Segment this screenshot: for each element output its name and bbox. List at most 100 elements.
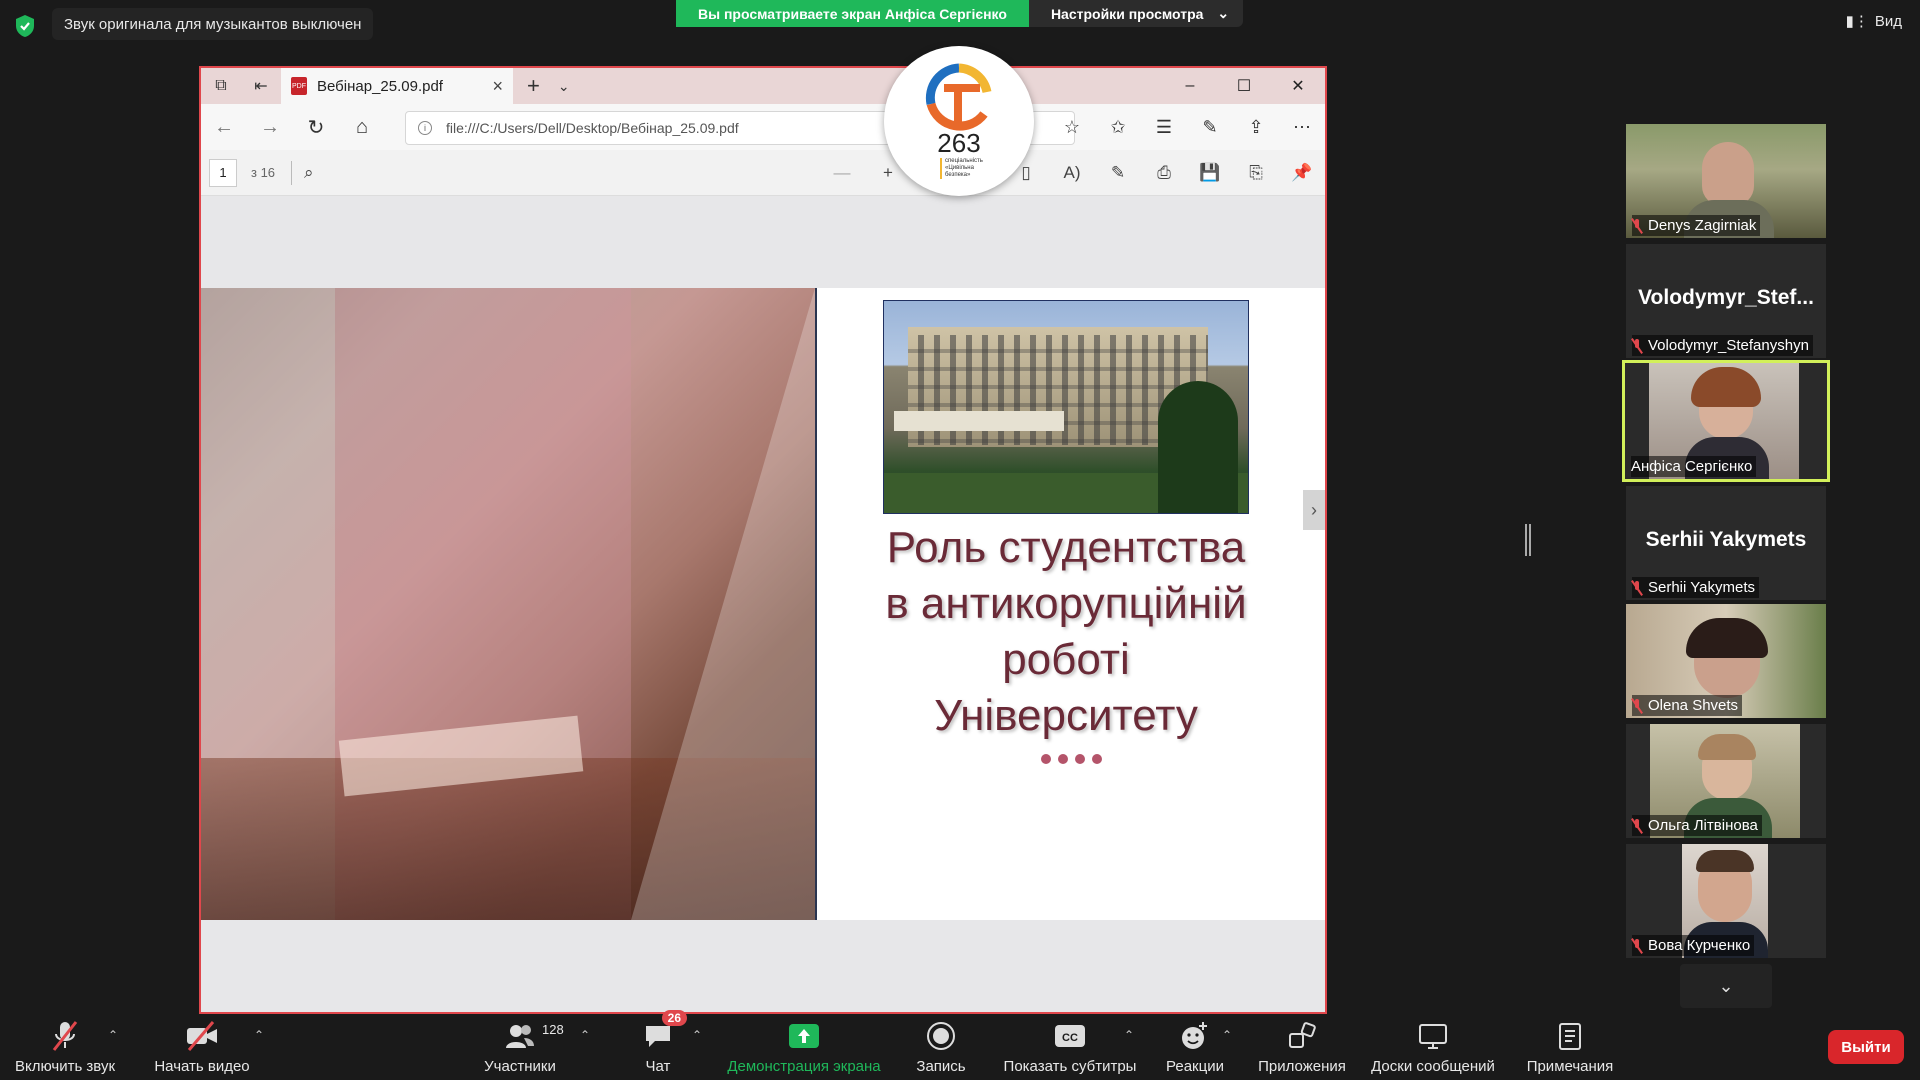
address-text: file:///C:/Users/Dell/Desktop/Вебінар_25…	[446, 120, 739, 136]
save-icon[interactable]: 💾	[1187, 163, 1233, 183]
apps-button[interactable]: Приложения	[1254, 1020, 1350, 1075]
gallery-scroll-down-icon[interactable]: ⌄	[1680, 964, 1772, 1008]
toolbar-divider	[291, 160, 293, 185]
print-icon[interactable]: ⎙	[1141, 163, 1187, 183]
close-tab-icon[interactable]: ×	[492, 76, 503, 97]
participant-tile[interactable]: Вова Курченко	[1626, 844, 1826, 958]
participants-caret-icon[interactable]: ⌃	[580, 1028, 590, 1042]
favorites-list-icon[interactable]: ✩	[1095, 117, 1141, 138]
tab-actions-icon[interactable]: ⇤	[241, 76, 281, 96]
muted-mic-icon	[1632, 580, 1642, 595]
page-total: з 16	[251, 165, 276, 180]
pdf-file-icon: PDF	[291, 77, 307, 95]
participant-name-label: Volodymyr_Stefanyshyn	[1632, 335, 1813, 356]
participant-tile-active-speaker[interactable]: Анфіса Сергієнко	[1622, 360, 1830, 482]
view-options-label: Настройки просмотра	[1050, 5, 1204, 22]
muted-mic-icon	[1632, 218, 1642, 233]
participants-button[interactable]: 128 Участники	[482, 1020, 564, 1075]
start-video-button[interactable]: Начать видео	[152, 1020, 252, 1075]
chat-button[interactable]: 26 Чат	[636, 1010, 687, 1075]
draw-icon[interactable]: ✎	[1095, 163, 1141, 183]
participant-name-label: Olena Shvets	[1632, 695, 1743, 716]
whiteboard-icon	[1417, 1020, 1449, 1052]
pen-icon[interactable]: ✎	[1187, 117, 1233, 138]
university-building-photo	[883, 300, 1249, 514]
favorite-star-icon[interactable]: ☆	[1049, 117, 1095, 138]
share-icon[interactable]: ⇪	[1233, 117, 1279, 138]
participant-display-name: Serhii Yakymets	[1645, 528, 1807, 551]
record-button[interactable]: Запись	[914, 1020, 968, 1075]
notes-button[interactable]: Примечания	[1524, 1020, 1616, 1075]
tab-collections-icon[interactable]: ⧉	[201, 77, 241, 95]
apps-icon	[1287, 1020, 1317, 1052]
muted-mic-icon	[1632, 938, 1642, 953]
info-icon[interactable]: i	[418, 121, 432, 135]
zoom-out-icon[interactable]: —	[819, 163, 865, 183]
minimize-icon[interactable]: –	[1163, 68, 1217, 104]
pdf-toolbar: 1 з 16 ⌕ — + ⟲ ▭ ▯ A) ✎ ⎙ 💾 ⎘ 📌	[201, 150, 1325, 196]
home-icon[interactable]: ⌂	[339, 116, 385, 139]
forward-arrow-icon[interactable]: →	[247, 116, 293, 139]
whiteboards-button[interactable]: Доски сообщений	[1368, 1020, 1498, 1075]
refresh-icon[interactable]: ↻	[293, 115, 339, 140]
pdf-document-area[interactable]: Роль студентства в антикорупційній робот…	[201, 196, 1325, 1012]
participant-display-name: Volodymyr_Stef...	[1638, 286, 1814, 309]
back-arrow-icon[interactable]: ←	[201, 116, 247, 139]
participant-tile[interactable]: Denys Zagirniak	[1626, 124, 1826, 238]
logo-caption: спеціальність «Цивільна безпека»	[940, 158, 1000, 179]
view-options-button[interactable]: Настройки просмотра ⌄	[1028, 0, 1244, 27]
reactions-caret-icon[interactable]: ⌃	[1222, 1028, 1232, 1042]
original-sound-notice: Звук оригинала для музыкантов выключен	[52, 8, 374, 40]
slide-divider	[815, 288, 817, 920]
browser-tab[interactable]: PDF Вебінар_25.09.pdf ×	[281, 68, 513, 104]
unmute-button[interactable]: Включить звук	[12, 1020, 118, 1075]
chat-caret-icon[interactable]: ⌃	[692, 1028, 702, 1042]
view-button[interactable]: ▮⋮ Вид	[1846, 12, 1902, 31]
maximize-icon[interactable]: ☐	[1217, 68, 1271, 104]
next-page-arrow-icon[interactable]: ›	[1303, 490, 1325, 530]
participant-tile[interactable]: Volodymyr_Stef... Volodymyr_Stefanyshyn	[1626, 244, 1826, 358]
video-off-icon	[185, 1020, 219, 1052]
reading-list-icon[interactable]: ☰	[1141, 117, 1187, 138]
muted-mic-icon	[1632, 818, 1642, 833]
participant-name-label: Serhii Yakymets	[1632, 577, 1759, 598]
muted-mic-icon	[1632, 698, 1642, 713]
participant-tile[interactable]: Serhii Yakymets Serhii Yakymets	[1626, 486, 1826, 600]
record-icon	[926, 1020, 956, 1052]
share-screen-button[interactable]: Демонстрация экрана	[724, 1020, 884, 1075]
slide-title-line: Університету	[934, 691, 1198, 740]
students-writing-photo	[201, 288, 815, 920]
share-status-label: Вы просматриваете экран Анфіса Сергієнко	[676, 0, 1029, 27]
save-as-icon[interactable]: ⎘	[1233, 163, 1279, 183]
meeting-controls-bar: Включить звук ⌃ Начать видео ⌃ 128 Участ…	[0, 1010, 1920, 1080]
pin-toolbar-icon[interactable]: 📌	[1279, 163, 1325, 183]
slide-title: Роль студентства в антикорупційній робот…	[841, 520, 1291, 744]
search-icon[interactable]: ⌕	[304, 163, 314, 183]
browser-tab-bar: ⧉ ⇤ PDF Вебінар_25.09.pdf × + ⌄ – ☐ ✕	[201, 68, 1325, 104]
captions-caret-icon[interactable]: ⌃	[1124, 1028, 1134, 1042]
participant-tile[interactable]: Olena Shvets	[1626, 604, 1826, 718]
closed-captions-icon: CC	[1053, 1020, 1087, 1052]
reactions-button[interactable]: Реакции	[1160, 1020, 1230, 1075]
read-aloud-icon[interactable]: A)	[1049, 163, 1095, 183]
show-captions-button[interactable]: CC Показать субтитры	[1000, 1020, 1140, 1075]
window-controls: – ☐ ✕	[1163, 68, 1325, 104]
new-tab-icon[interactable]: +	[527, 73, 540, 99]
chevron-down-icon: ⌄	[1217, 5, 1230, 21]
more-icon[interactable]: ⋯	[1279, 117, 1325, 138]
page-number-input[interactable]: 1	[209, 158, 237, 187]
specialty-logo: 263 спеціальність «Цивільна безпека»	[884, 46, 1034, 196]
leave-meeting-button[interactable]: Выйти	[1828, 1030, 1904, 1064]
shield-icon[interactable]	[14, 14, 36, 38]
slide-title-line: Роль студентства	[886, 523, 1246, 572]
panel-resize-handle[interactable]	[1525, 524, 1531, 556]
video-options-caret-icon[interactable]: ⌃	[254, 1028, 264, 1042]
screen-share-banner: Вы просматриваете экран Анфіса Сергієнко…	[676, 0, 1244, 27]
participant-tile[interactable]: Ольга Літвінова	[1626, 724, 1826, 838]
participant-name-label: Ольга Літвінова	[1632, 815, 1762, 836]
close-window-icon[interactable]: ✕	[1271, 68, 1325, 104]
muted-mic-icon	[1632, 338, 1642, 353]
tab-list-chevron-icon[interactable]: ⌄	[558, 78, 570, 95]
logo-number: 263	[937, 128, 981, 158]
audio-options-caret-icon[interactable]: ⌃	[108, 1028, 118, 1042]
